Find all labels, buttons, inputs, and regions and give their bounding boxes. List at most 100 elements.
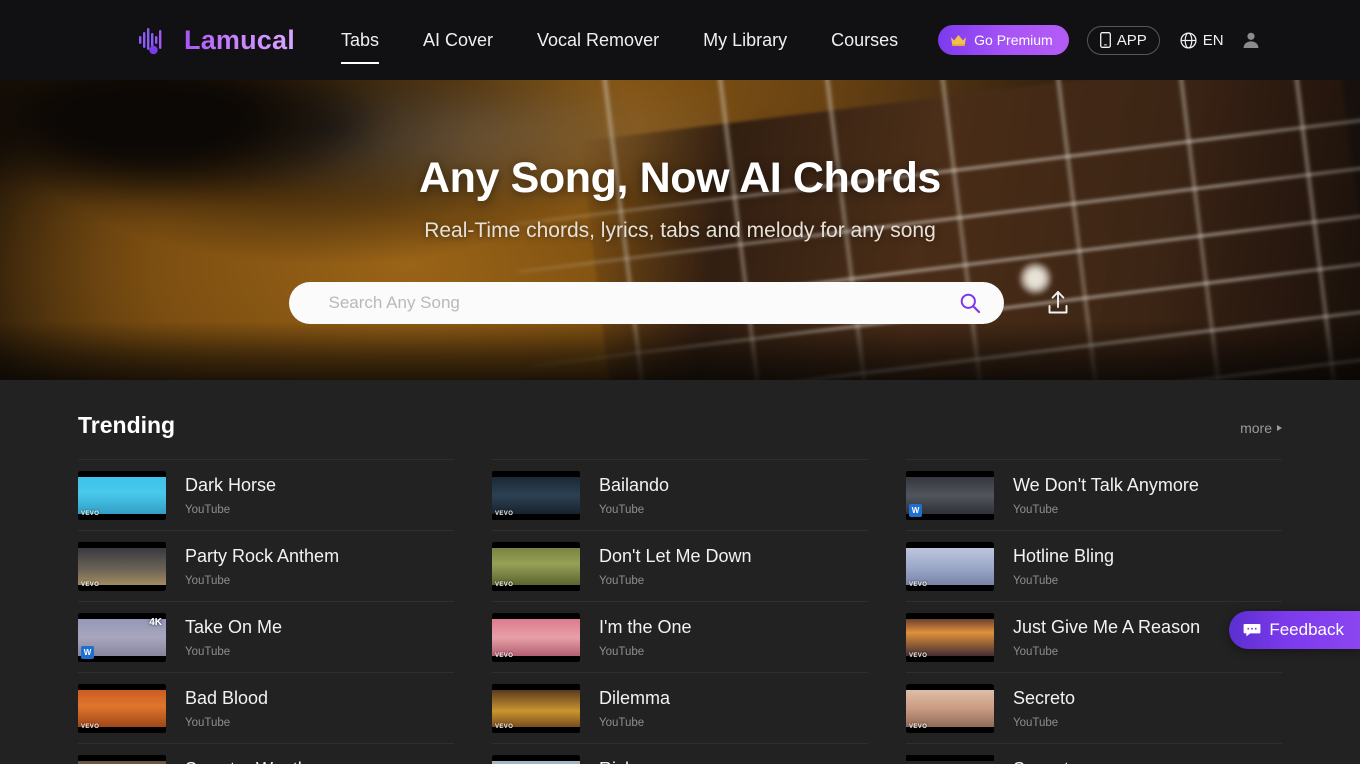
song-meta: Sweater WeatherYouTube bbox=[185, 759, 324, 764]
logo[interactable]: Lamucal bbox=[138, 25, 295, 56]
song-row[interactable]: VEVO Party Rock Anthem YouTube bbox=[78, 530, 454, 601]
user-account-button[interactable] bbox=[1242, 31, 1260, 49]
song-title: Dark Horse bbox=[185, 474, 277, 495]
warner-badge-icon: W bbox=[909, 503, 922, 517]
song-source: YouTube bbox=[599, 574, 645, 587]
main-nav: Tabs AI Cover Vocal Remover My Library C… bbox=[319, 0, 920, 80]
song-row[interactable]: VEVO Just Give Me A Reason YouTube bbox=[906, 601, 1282, 672]
song-title: Rich bbox=[599, 759, 644, 764]
song-meta: Hotline Bling YouTube bbox=[1013, 546, 1114, 587]
song-title: We Don't Talk Anymore bbox=[1013, 474, 1199, 495]
song-title: Bailando bbox=[599, 474, 670, 495]
hero-title: Any Song, Now AI Chords bbox=[419, 154, 941, 202]
vevo-badge-icon: VEVO bbox=[909, 652, 928, 659]
song-source: YouTube bbox=[599, 645, 645, 658]
hero-subtitle: Real-Time chords, lyrics, tabs and melod… bbox=[424, 219, 936, 242]
song-row[interactable]: VEVO Bailando YouTube bbox=[492, 459, 868, 530]
song-meta: Bad Blood YouTube bbox=[185, 688, 268, 729]
song-source: YouTube bbox=[185, 503, 231, 516]
song-source: YouTube bbox=[599, 716, 645, 729]
nav-item-ai-cover[interactable]: AI Cover bbox=[401, 0, 515, 80]
song-source: YouTube bbox=[1013, 574, 1059, 587]
more-label: more bbox=[1240, 420, 1272, 436]
song-thumbnail: VEVO bbox=[906, 612, 994, 662]
song-row[interactable]: VEVO Hotline Bling YouTube bbox=[906, 530, 1282, 601]
go-premium-button[interactable]: Go Premium bbox=[938, 25, 1069, 55]
more-link[interactable]: more bbox=[1240, 420, 1282, 436]
quality-badge: 4K bbox=[149, 616, 162, 628]
song-thumbnail: VEVO bbox=[492, 754, 580, 764]
vevo-badge-icon: VEVO bbox=[495, 652, 514, 659]
app-download-button[interactable]: APP bbox=[1086, 25, 1160, 55]
vevo-badge-icon: VEVO bbox=[909, 581, 928, 588]
feedback-label: Feedback bbox=[1269, 620, 1344, 639]
song-thumbnail: VEVO bbox=[78, 470, 166, 520]
site-header: Lamucal Tabs AI Cover Vocal Remover My L… bbox=[0, 0, 1360, 80]
chat-bubble-icon bbox=[1243, 624, 1261, 637]
song-title: Hotline Bling bbox=[1013, 545, 1115, 566]
song-meta: SeventeenYouTube bbox=[1013, 759, 1099, 764]
song-row[interactable]: VEVO Secreto YouTube bbox=[906, 672, 1282, 743]
nav-item-tabs[interactable]: Tabs bbox=[319, 0, 401, 80]
song-title: Secreto bbox=[1013, 687, 1076, 708]
song-meta: Take On Me YouTube bbox=[185, 617, 282, 658]
song-title: Take On Me bbox=[185, 616, 283, 637]
song-row[interactable]: W 4K Take On Me YouTube bbox=[78, 601, 454, 672]
song-row[interactable]: VEVO Sweater WeatherYouTube bbox=[78, 743, 454, 764]
search-input[interactable] bbox=[288, 293, 1004, 313]
section-title: Trending bbox=[78, 412, 176, 438]
upload-icon[interactable] bbox=[1044, 289, 1072, 317]
song-title: Party Rock Anthem bbox=[185, 545, 340, 566]
song-row[interactable]: VEVO Don't Let Me Down YouTube bbox=[492, 530, 868, 601]
song-title: Dilemma bbox=[599, 687, 671, 708]
song-row[interactable]: VEVO Bad Blood YouTube bbox=[78, 672, 454, 743]
song-thumbnail: W bbox=[906, 470, 994, 520]
song-thumbnail: VEVO bbox=[906, 683, 994, 733]
vevo-badge-icon: VEVO bbox=[495, 723, 514, 730]
song-title: Bad Blood bbox=[185, 687, 269, 708]
song-title: Sweater Weather bbox=[185, 759, 324, 764]
search-box[interactable] bbox=[288, 282, 1004, 324]
hero-banner: Any Song, Now AI Chords Real-Time chords… bbox=[0, 80, 1360, 380]
hero-search-row bbox=[0, 282, 1360, 324]
song-thumbnail: VEVO bbox=[492, 541, 580, 591]
song-meta: Dark Horse YouTube bbox=[185, 475, 276, 516]
song-row[interactable]: W We Don't Talk Anymore YouTube bbox=[906, 459, 1282, 530]
song-title: I'm the One bbox=[599, 616, 692, 637]
song-row[interactable]: VEVO Dilemma YouTube bbox=[492, 672, 868, 743]
crown-icon bbox=[951, 34, 967, 46]
nav-item-my-library[interactable]: My Library bbox=[681, 0, 809, 80]
song-source: YouTube bbox=[185, 716, 231, 729]
language-label: EN bbox=[1202, 31, 1224, 49]
vevo-badge-icon: VEVO bbox=[495, 581, 514, 588]
feedback-button[interactable]: Feedback bbox=[1229, 611, 1360, 649]
song-thumbnail: VEVO bbox=[78, 683, 166, 733]
vevo-badge-icon: VEVO bbox=[81, 723, 100, 730]
language-switcher[interactable]: EN bbox=[1180, 32, 1224, 49]
vevo-badge-icon: VEVO bbox=[495, 510, 514, 517]
vevo-badge-icon: VEVO bbox=[81, 510, 100, 517]
song-row[interactable]: VEVO I'm the One YouTube bbox=[492, 601, 868, 672]
song-row[interactable]: VEVO RichYouTube bbox=[492, 743, 868, 764]
song-source: YouTube bbox=[599, 503, 645, 516]
nav-item-vocal-remover[interactable]: Vocal Remover bbox=[515, 0, 681, 80]
trending-grid: VEVO Dark Horse YouTube VEVO Party Rock Anth… bbox=[78, 459, 1282, 764]
warner-badge-icon: W bbox=[81, 645, 94, 659]
song-source: YouTube bbox=[1013, 716, 1059, 729]
logo-text: Lamucal bbox=[184, 24, 295, 55]
song-thumbnail: VEVO bbox=[492, 612, 580, 662]
song-meta: Party Rock Anthem YouTube bbox=[185, 546, 339, 587]
song-title: Don't Let Me Down bbox=[599, 545, 752, 566]
song-meta: I'm the One YouTube bbox=[599, 617, 691, 658]
vevo-badge-icon: VEVO bbox=[909, 723, 928, 730]
song-meta: Just Give Me A Reason YouTube bbox=[1013, 617, 1200, 658]
song-thumbnail: VEVO bbox=[906, 754, 994, 764]
search-icon[interactable] bbox=[958, 291, 982, 315]
song-source: YouTube bbox=[185, 645, 231, 658]
song-row[interactable]: VEVO Dark Horse YouTube bbox=[78, 459, 454, 530]
waveform-icon bbox=[139, 28, 162, 55]
app-label: APP bbox=[1116, 31, 1147, 49]
nav-item-courses[interactable]: Courses bbox=[809, 0, 920, 80]
trending-column-2: VEVO Bailando YouTube VEVO Don't Let Me Down… bbox=[492, 459, 868, 764]
song-row[interactable]: VEVO SeventeenYouTube bbox=[906, 743, 1282, 764]
